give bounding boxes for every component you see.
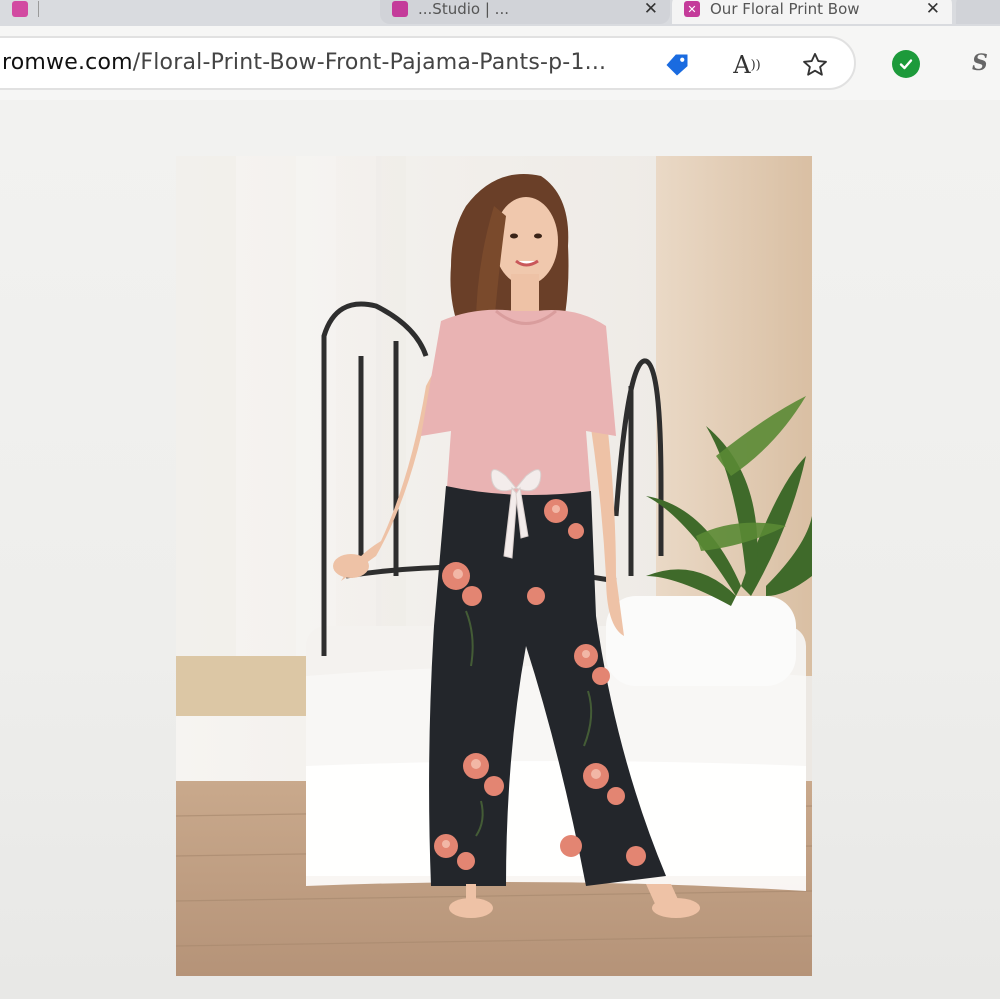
url-text[interactable]: romwe.com/Floral-Print-Bow-Front-Pajama-… [2, 50, 606, 75]
read-aloud-icon[interactable]: A)) [732, 50, 762, 80]
window-sill [176, 656, 326, 716]
url-path: /Floral-Print-Bow-Front-Pajama-Pants-p-1… [132, 50, 607, 75]
product-image[interactable] [176, 156, 812, 976]
url-host: romwe.com [2, 50, 133, 75]
tab-2[interactable]: ...Studio | ... ✕ [380, 0, 670, 24]
tab-close-icon[interactable]: ✕ [926, 0, 940, 19]
tab-favicon-icon [392, 1, 408, 17]
tab-4[interactable] [956, 0, 1000, 24]
browser-toolbar: romwe.com/Floral-Print-Bow-Front-Pajama-… [0, 26, 1000, 100]
price-tag-icon[interactable] [662, 50, 692, 80]
star-icon[interactable] [800, 50, 830, 80]
tab-close-icon[interactable]: ✕ [644, 0, 658, 19]
tab-1[interactable] [0, 0, 380, 24]
page-content [0, 100, 1000, 999]
tab-title: Our Floral Print Bow [710, 0, 860, 18]
tab-strip: ...Studio | ... ✕ ✕ Our Floral Print Bow… [0, 0, 1000, 26]
tab-title: ...Studio | ... [418, 0, 509, 18]
tab-favicon-icon: ✕ [684, 1, 700, 17]
extension-s-icon[interactable]: S [972, 50, 988, 76]
tab-favicon-icon [12, 1, 28, 17]
tab-separator [38, 1, 39, 17]
address-bar[interactable]: romwe.com/Floral-Print-Bow-Front-Pajama-… [0, 36, 856, 90]
tab-active[interactable]: ✕ Our Floral Print Bow ✕ [672, 0, 952, 24]
check-circle-icon[interactable] [892, 50, 920, 78]
